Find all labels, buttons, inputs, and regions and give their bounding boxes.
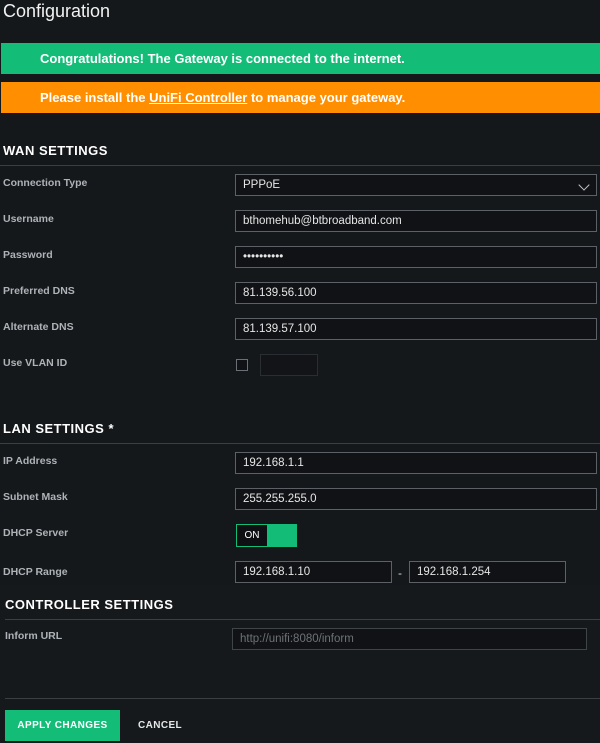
connection-type-value: PPPoE [243,179,281,191]
install-banner-prefix: Please install the [40,90,150,105]
dhcp-range-label: DHCP Range [3,566,68,578]
install-banner-suffix: to manage your gateway. [247,90,406,105]
toggle-knob [267,525,296,546]
use-vlan-label: Use VLAN ID [3,357,68,369]
wan-settings-title: WAN SETTINGS [3,143,108,158]
ip-address-label: IP Address [3,455,58,467]
username-label: Username [3,213,54,225]
subnet-mask-input[interactable]: 255.255.255.0 [235,488,597,510]
dhcp-server-toggle[interactable]: ON [236,524,297,547]
password-label: Password [3,249,53,261]
lan-divider [0,443,600,444]
username-input[interactable]: bthomehub@btbroadband.com [235,210,597,232]
dhcp-range-start-input[interactable]: 192.168.1.10 [235,561,392,583]
lan-settings-title: LAN SETTINGS * [3,421,115,436]
controller-divider [5,619,600,620]
dhcp-toggle-state: ON [237,525,267,546]
connection-type-select[interactable]: PPPoE [235,174,597,196]
preferred-dns-input[interactable]: 81.139.56.100 [235,282,597,304]
vlan-id-input[interactable] [260,354,318,376]
preferred-dns-label: Preferred DNS [3,285,75,297]
chevron-down-icon [578,179,590,191]
controller-settings-title: CONTROLLER SETTINGS [5,597,174,612]
inform-url-input[interactable]: http://unifi:8080/inform [232,628,587,650]
subnet-mask-label: Subnet Mask [3,491,68,503]
ip-address-input[interactable]: 192.168.1.1 [235,452,597,474]
connected-banner: Congratulations! The Gateway is connecte… [1,43,600,74]
apply-changes-button[interactable]: APPLY CHANGES [5,710,120,741]
install-controller-banner: Please install the UniFi Controller to m… [1,82,600,113]
dhcp-server-label: DHCP Server [3,527,69,539]
use-vlan-checkbox[interactable] [236,359,248,371]
alternate-dns-label: Alternate DNS [3,321,74,333]
dhcp-range-end-input[interactable]: 192.168.1.254 [409,561,566,583]
inform-url-label: Inform URL [5,630,63,642]
actions-divider [5,698,600,699]
dhcp-range-separator: - [398,566,402,580]
unifi-controller-link[interactable]: UniFi Controller [149,90,247,105]
connection-type-label: Connection Type [3,177,88,189]
wan-divider [0,165,600,166]
cancel-button[interactable]: CANCEL [128,710,192,741]
password-input[interactable]: •••••••••• [235,246,597,268]
page-title: Configuration [3,1,111,21]
alternate-dns-input[interactable]: 81.139.57.100 [235,318,597,340]
